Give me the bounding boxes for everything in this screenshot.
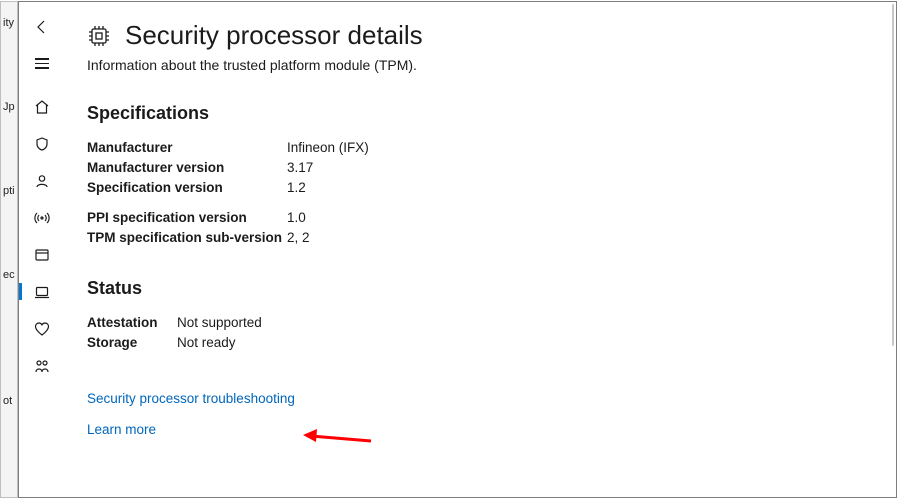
status-label: Attestation — [87, 313, 177, 333]
ghost-fragment: pti — [1, 170, 17, 212]
spec-value: Infineon (IFX) — [287, 138, 369, 158]
specifications-table: Manufacturer Infineon (IFX) Manufacturer… — [87, 138, 868, 248]
nav-family-options[interactable] — [19, 347, 65, 384]
spec-value: 1.2 — [287, 178, 306, 198]
status-value: Not ready — [177, 333, 236, 353]
spec-label: Specification version — [87, 178, 287, 198]
nav-home[interactable] — [19, 88, 65, 125]
ghost-fragment: ity — [1, 2, 17, 44]
main-content: Security processor details Information a… — [65, 2, 896, 497]
nav-firewall-network[interactable] — [19, 199, 65, 236]
nav-app-browser-control[interactable] — [19, 236, 65, 273]
status-row: Storage Not ready — [87, 333, 868, 353]
spec-label: PPI specification version — [87, 208, 287, 228]
ghost-fragment — [1, 464, 17, 498]
ghost-fragment — [1, 212, 17, 254]
ghost-fragment: ec — [1, 254, 17, 296]
spec-label: Manufacturer — [87, 138, 287, 158]
chip-icon — [87, 24, 111, 48]
nav-sidebar — [19, 2, 65, 497]
nav-device-security[interactable] — [19, 273, 65, 310]
ghost-fragment — [1, 338, 17, 380]
spec-value: 3.17 — [287, 158, 313, 178]
page-title: Security processor details — [125, 20, 423, 51]
specifications-heading: Specifications — [87, 103, 868, 124]
learn-more-link[interactable]: Learn more — [87, 422, 868, 437]
spec-value: 2, 2 — [287, 228, 310, 248]
ghost-fragment — [1, 44, 17, 86]
ghost-fragment — [1, 296, 17, 338]
spec-row: PPI specification version 1.0 — [87, 208, 868, 228]
menu-button[interactable] — [19, 45, 65, 82]
status-value: Not supported — [177, 313, 262, 333]
ghost-fragment — [1, 422, 17, 464]
spec-row: TPM specification sub-version 2, 2 — [87, 228, 868, 248]
status-row: Attestation Not supported — [87, 313, 868, 333]
back-button[interactable] — [19, 8, 65, 45]
hamburger-icon — [35, 58, 49, 69]
page-subtitle: Information about the trusted platform m… — [87, 57, 868, 73]
troubleshooting-link[interactable]: Security processor troubleshooting — [87, 391, 868, 406]
nav-account-protection[interactable] — [19, 162, 65, 199]
security-details-window: Security processor details Information a… — [18, 1, 897, 498]
ghost-fragment — [1, 128, 17, 170]
ghost-fragment: Jp — [1, 86, 17, 128]
ghost-fragment: ot — [1, 380, 17, 422]
page-title-row: Security processor details — [87, 20, 868, 51]
nav-virus-protection[interactable] — [19, 125, 65, 162]
spec-row: Manufacturer Infineon (IFX) — [87, 138, 868, 158]
status-label: Storage — [87, 333, 177, 353]
spec-label: TPM specification sub-version — [87, 228, 287, 248]
scrollbar-track-indicator[interactable] — [892, 4, 894, 346]
spec-label: Manufacturer version — [87, 158, 287, 178]
spec-row: Specification version 1.2 — [87, 178, 868, 198]
nav-device-health[interactable] — [19, 310, 65, 347]
background-hint-col: ity Jp pti ec ot vi — [0, 1, 18, 498]
spec-row: Manufacturer version 3.17 — [87, 158, 868, 178]
status-heading: Status — [87, 278, 868, 299]
spec-value: 1.0 — [287, 208, 306, 228]
